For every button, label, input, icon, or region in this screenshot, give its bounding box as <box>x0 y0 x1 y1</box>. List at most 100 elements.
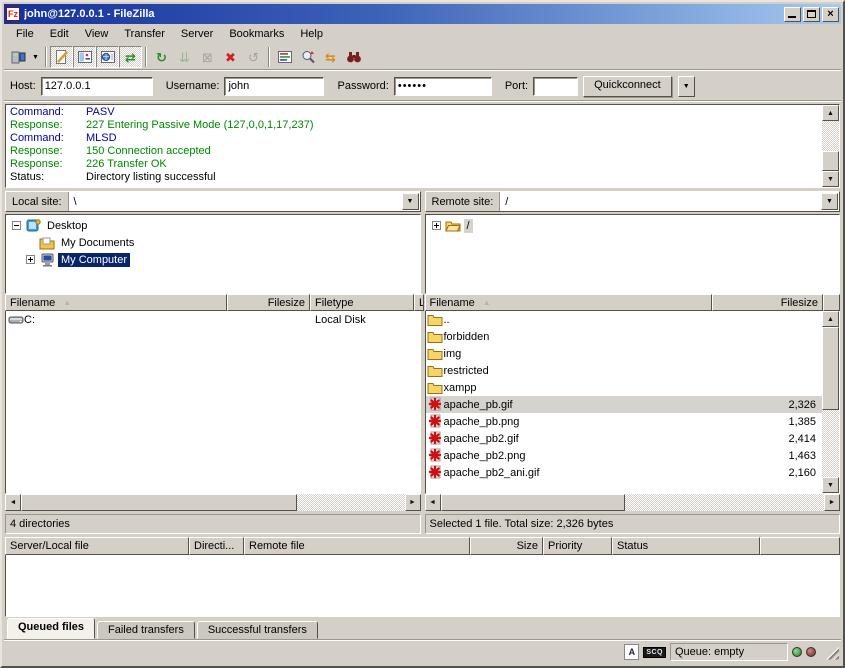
scrollbar-thumb[interactable] <box>822 327 839 410</box>
scroll-up-icon[interactable]: ▲ <box>822 311 839 327</box>
tab-queued-files[interactable]: Queued files <box>7 618 95 639</box>
find-files-button[interactable] <box>342 46 365 68</box>
menu-bookmarks[interactable]: Bookmarks <box>221 26 292 42</box>
scrollbar-thumb[interactable] <box>822 151 839 171</box>
queue-list[interactable] <box>5 555 840 617</box>
site-manager-dropdown-button[interactable]: ▼ <box>29 46 42 68</box>
remote-file-row[interactable]: apache_pb2_ani.gif 2,160 <box>426 464 823 481</box>
remote-pane: Remote site: / ▼ / Filename▲ Filesize <box>425 191 841 534</box>
tree-item-my-computer[interactable]: My Computer <box>6 251 420 268</box>
process-queue-icon: ⇊ <box>179 51 190 64</box>
remote-folder-row[interactable]: img <box>426 345 823 362</box>
column-header-filesize[interactable]: Filesize <box>227 294 310 311</box>
password-input[interactable]: •••••• <box>394 77 492 96</box>
scroll-right-icon[interactable]: ► <box>405 494 421 511</box>
remote-folder-row[interactable]: xampp <box>426 379 823 396</box>
directory-filters-button[interactable] <box>273 46 296 68</box>
column-header-server-local-file[interactable]: Server/Local file <box>5 537 189 555</box>
filezilla-window: Fz john@127.0.0.1 - FileZilla × File Edi… <box>0 0 845 668</box>
scroll-right-icon[interactable]: ► <box>824 494 840 511</box>
scrollbar-thumb[interactable] <box>21 494 297 511</box>
remote-file-row[interactable]: apache_pb2.png 1,463 <box>426 447 823 464</box>
host-input[interactable]: 127.0.0.1 <box>41 77 153 96</box>
toggle-message-log-button[interactable] <box>50 46 73 68</box>
process-queue-button[interactable]: ⇊ <box>173 46 196 68</box>
log-text: 226 Transfer OK <box>86 158 167 171</box>
menu-file[interactable]: File <box>8 26 42 42</box>
log-vertical-scrollbar[interactable]: ▲ ▼ <box>822 105 839 187</box>
local-tree: Desktop My Documents My Computer <box>5 214 421 294</box>
menu-help[interactable]: Help <box>292 26 331 42</box>
remote-file-row[interactable]: apache_pb2.gif 2,414 <box>426 430 823 447</box>
transfer-type-indicator[interactable]: A <box>624 644 639 660</box>
toggle-transfer-queue-button[interactable]: ⇄ <box>119 46 142 68</box>
file-size: 1,463 <box>713 450 823 462</box>
tree-item-desktop[interactable]: Desktop <box>6 217 420 234</box>
menu-transfer[interactable]: Transfer <box>116 26 173 42</box>
username-input[interactable]: john <box>224 77 324 96</box>
local-site-combo[interactable]: \ ▼ <box>69 192 420 211</box>
expand-icon[interactable] <box>26 255 35 264</box>
column-header-status[interactable]: Status <box>612 537 760 555</box>
log-text: PASV <box>86 106 115 119</box>
open-folder-icon <box>445 218 461 233</box>
scroll-left-icon[interactable]: ◄ <box>5 494 21 511</box>
quickconnect-dropdown-button[interactable]: ▼ <box>678 76 695 97</box>
close-icon: × <box>827 9 833 20</box>
remote-folder-row[interactable]: .. <box>426 311 823 328</box>
local-file-row[interactable]: C: Local Disk <box>6 311 420 328</box>
column-header-filetype[interactable]: Filetype <box>310 294 414 311</box>
speedlimit-badge[interactable]: SCQ <box>643 647 666 658</box>
toggle-local-tree-button[interactable] <box>73 46 96 68</box>
cancel-operation-button[interactable]: ⊠ <box>196 46 219 68</box>
desktop-icon <box>25 218 41 233</box>
column-header-remote-file[interactable]: Remote file <box>244 537 470 555</box>
remote-file-row[interactable]: apache_pb.png 1,385 <box>426 413 823 430</box>
remote-vertical-scrollbar[interactable]: ▲ ▼ <box>822 311 839 493</box>
statusbar: A SCQ Queue: empty <box>4 640 841 664</box>
menu-server[interactable]: Server <box>173 26 221 42</box>
tree-item-my-documents[interactable]: My Documents <box>6 234 420 251</box>
column-header-filesize[interactable]: Filesize <box>712 294 824 311</box>
reconnect-button[interactable]: ↺ <box>242 46 265 68</box>
column-header-priority[interactable]: Priority <box>543 537 612 555</box>
remote-file-row-selected[interactable]: apache_pb.gif 2,326 <box>426 396 823 413</box>
tree-item-root[interactable]: / <box>426 217 840 234</box>
menu-view[interactable]: View <box>77 26 117 42</box>
remote-folder-row[interactable]: restricted <box>426 362 823 379</box>
port-input[interactable] <box>533 77 578 96</box>
column-header-filename[interactable]: Filename▲ <box>425 294 712 311</box>
scrollbar-thumb[interactable] <box>441 494 625 511</box>
scroll-up-icon[interactable]: ▲ <box>822 105 839 121</box>
remote-site-combo[interactable]: / ▼ <box>500 192 839 211</box>
column-header-size[interactable]: Size <box>470 537 543 555</box>
quickconnect-button[interactable]: Quickconnect <box>583 76 672 97</box>
resize-grip[interactable] <box>824 645 839 660</box>
expand-icon[interactable] <box>432 221 441 230</box>
synchronized-browsing-button[interactable]: ⇆ <box>319 46 342 68</box>
file-type: Local Disk <box>311 314 415 326</box>
close-button[interactable]: × <box>822 7 839 22</box>
column-header-direction[interactable]: Directi... <box>189 537 244 555</box>
scroll-left-icon[interactable]: ◄ <box>425 494 441 511</box>
remote-folder-row[interactable]: forbidden <box>426 328 823 345</box>
menu-edit[interactable]: Edit <box>42 26 77 42</box>
tab-successful-transfers[interactable]: Successful transfers <box>197 621 318 639</box>
scroll-down-icon[interactable]: ▼ <box>822 477 839 493</box>
collapse-icon[interactable] <box>12 221 21 230</box>
local-site-dropdown-button[interactable]: ▼ <box>402 193 419 210</box>
toggle-remote-tree-button[interactable] <box>96 46 119 68</box>
directory-comparison-button[interactable] <box>296 46 319 68</box>
remote-site-dropdown-button[interactable]: ▼ <box>821 193 838 210</box>
column-header-filename[interactable]: Filename▲ <box>5 294 227 311</box>
refresh-button[interactable]: ↻ <box>150 46 173 68</box>
site-manager-button[interactable] <box>6 46 29 68</box>
tab-failed-transfers[interactable]: Failed transfers <box>97 621 195 639</box>
local-horizontal-scrollbar[interactable]: ◄ ► <box>5 494 421 511</box>
scroll-down-icon[interactable]: ▼ <box>822 171 839 187</box>
remote-horizontal-scrollbar[interactable]: ◄ ► <box>425 494 841 511</box>
column-header-lastmodified[interactable]: L <box>414 294 424 311</box>
disconnect-button[interactable]: ✖ <box>219 46 242 68</box>
maximize-button[interactable] <box>803 7 820 22</box>
minimize-button[interactable] <box>784 7 801 22</box>
